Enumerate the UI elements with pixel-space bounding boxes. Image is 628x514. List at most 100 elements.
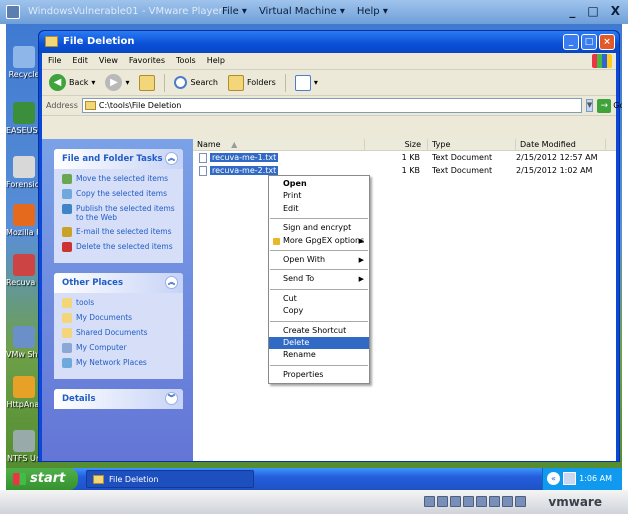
close-button[interactable]: × [599,34,615,50]
usb-icon[interactable] [476,496,487,507]
chevron-down-icon[interactable]: ▾ [314,78,318,87]
vmware-window-controls: _ □ X [569,4,620,18]
network-adapter-icon[interactable] [463,496,474,507]
task-link[interactable]: Shared Documents [62,328,177,338]
menu-item-copy[interactable]: Copy [269,305,369,317]
chevron-down-icon[interactable]: ▾ [125,78,129,87]
sound-icon[interactable] [489,496,500,507]
menu-item-print[interactable]: Print [269,190,369,202]
desktop-icon[interactable]: EASEUS Recove [6,102,42,135]
menu-item-delete[interactable]: Delete [269,336,369,350]
task-label: Copy the selected items [76,189,167,198]
task-link[interactable]: Publish the selected items to the Web [62,204,177,222]
start-label: start [30,471,66,486]
back-button[interactable]: ◀ Back ▾ [46,72,98,93]
address-input[interactable]: C:\tools\File Deletion [81,98,582,113]
task-link[interactable]: My Network Places [62,358,177,368]
go-button[interactable]: → Go [597,98,622,113]
vmware-maximize-button[interactable]: □ [587,4,598,18]
task-link[interactable]: Copy the selected items [62,189,177,199]
task-link[interactable]: Delete the selected items [62,242,177,252]
address-label: Address [46,101,78,110]
menu-file[interactable]: File [48,56,61,69]
column-size[interactable]: Size [365,139,428,150]
address-dropdown-button[interactable]: ▼ [585,99,594,112]
task-link[interactable]: E-mail the selected items [62,227,177,237]
menu-tools[interactable]: Tools [176,56,196,69]
network-icon[interactable] [563,472,576,485]
vmware-menu-help[interactable]: Help ▾ [357,6,388,17]
menu-item-label: Print [283,191,302,201]
vmware-menu-file[interactable]: File ▾ [222,6,247,17]
explorer-titlebar[interactable]: File Deletion _ □ × [39,31,619,53]
column-name[interactable]: Name ▲ [193,139,365,150]
menu-item-cut[interactable]: Cut [269,293,369,305]
details-header[interactable]: Details ︾ [54,389,183,409]
desktop-icon-label: Recycle [8,70,40,79]
task-link[interactable]: My Documents [62,313,177,323]
menu-favorites[interactable]: Favorites [129,56,165,69]
chevron-down-icon[interactable]: ▾ [91,78,95,87]
up-folder-button[interactable] [136,73,158,93]
menu-item-label: Delete [283,337,310,347]
other-places-header[interactable]: Other Places ︽ [54,273,183,293]
desktop-icon[interactable]: Mozilla Fi [6,204,42,237]
desktop-icon[interactable]: HttpAnal [6,376,42,409]
search-icon [174,76,188,89]
menu-item-edit[interactable]: Edit [269,203,369,215]
menu-item-open[interactable]: Open [269,178,369,190]
task-link[interactable]: tools [62,298,177,308]
search-label: Search [190,78,218,87]
file-row[interactable]: recuva-me-2.txt 1 KB Text Document 2/15/201… [193,164,616,177]
maximize-button[interactable]: □ [581,34,597,50]
cd-drive-icon[interactable] [437,496,448,507]
task-link[interactable]: Move the selected items [62,174,177,184]
menu-item-send-to[interactable]: Send To ▶ [269,273,369,285]
hard-disk-icon[interactable] [424,496,435,507]
collapse-chevron-icon[interactable]: ︽ [165,152,178,165]
task-icon [62,328,72,338]
menu-help[interactable]: Help [207,56,225,69]
menu-item-more-gpgex-options[interactable]: More GpgEX options ▶ [269,235,369,247]
vmware-minimize-button[interactable]: _ [569,4,575,18]
folders-button[interactable]: Folders [225,73,279,93]
desktop-icon[interactable]: VMw Shar [6,326,42,359]
desktop-icon-label: EASEUS Recove [6,126,42,135]
collapse-chevron-icon[interactable]: ︽ [165,276,178,289]
minimize-button[interactable]: _ [563,34,579,50]
desktop-icon[interactable]: NTFS Un [6,430,42,463]
desktop-app-icon [13,156,35,178]
column-type[interactable]: Type [428,139,516,150]
folder-icon [93,475,104,484]
desktop-icon[interactable]: Recuva Recov [6,254,42,287]
printer-icon[interactable] [502,496,513,507]
vmware-menu-virtual-machine[interactable]: Virtual Machine ▾ [259,6,345,17]
file-row[interactable]: recuva-me-1.txt 1 KB Text Document 2/15/201… [193,151,616,164]
task-pane: File and Folder Tasks ︽ Move the selecte… [42,139,193,461]
sort-ascending-icon: ▲ [231,140,238,149]
menu-view[interactable]: View [99,56,118,69]
desktop-icon[interactable]: Forensic Toolkit [6,156,42,189]
menu-item-create-shortcut[interactable]: Create Shortcut [269,325,369,337]
menu-edit[interactable]: Edit [72,56,88,69]
start-button[interactable]: start [6,468,78,490]
search-button[interactable]: Search [171,74,220,91]
views-button[interactable]: ▾ [292,73,321,93]
display-icon[interactable] [515,496,526,507]
task-link[interactable]: My Computer [62,343,177,353]
floppy-icon[interactable] [450,496,461,507]
desktop-icon[interactable]: Recycle [6,46,42,79]
submenu-arrow-icon: ▶ [358,255,364,264]
menu-item-properties[interactable]: Properties [269,369,369,381]
tray-expand-icon[interactable]: « [547,472,560,485]
menu-item-rename[interactable]: Rename [269,349,369,361]
menu-item-label: Cut [283,293,297,303]
expand-chevron-icon[interactable]: ︾ [165,392,178,405]
file-folder-tasks-header[interactable]: File and Folder Tasks ︽ [54,149,183,169]
vmware-close-button[interactable]: X [611,4,620,18]
taskbar-item-file-deletion[interactable]: File Deletion [86,470,254,488]
column-date-modified[interactable]: Date Modified [516,139,606,150]
menu-item-open-with[interactable]: Open With ▶ [269,254,369,266]
forward-button[interactable]: ▶ ▾ [102,72,132,93]
menu-item-sign-and-encrypt[interactable]: Sign and encrypt [269,222,369,234]
